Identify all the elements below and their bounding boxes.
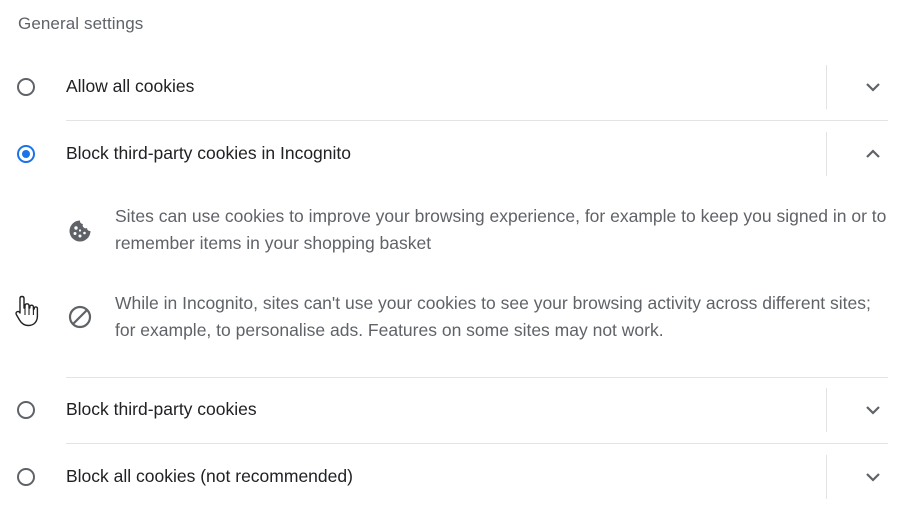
hand-cursor-icon [15,295,39,327]
chevron-up-icon [866,149,880,158]
cookie-settings-page: General settings Allow all cookies Block… [0,0,903,507]
divider [826,455,827,499]
expand-button[interactable] [858,72,888,102]
radio-block-third-party-cookies[interactable] [17,401,35,419]
expand-button[interactable] [858,395,888,425]
option-block-third-party-incognito[interactable]: Block third-party cookies in Incognito [0,121,903,187]
cookie-icon [67,218,93,244]
option-label[interactable]: Block all cookies (not recommended) [66,466,353,487]
radio-allow-all-cookies[interactable] [17,78,35,96]
option-label[interactable]: Block third-party cookies in Incognito [66,143,351,164]
option-block-all-cookies[interactable]: Block all cookies (not recommended) [0,444,903,507]
option-label[interactable]: Allow all cookies [66,76,194,97]
divider [826,65,827,109]
option-allow-all-cookies[interactable]: Allow all cookies [0,54,903,120]
radio-block-third-party-incognito[interactable] [17,145,35,163]
section-title: General settings [18,14,144,33]
expand-button[interactable] [858,462,888,492]
divider [826,388,827,432]
collapse-button[interactable] [858,139,888,169]
chevron-down-icon [866,473,880,482]
option-block-third-party-cookies[interactable]: Block third-party cookies [0,377,903,443]
option-label[interactable]: Block third-party cookies [66,399,257,420]
radio-block-all-cookies[interactable] [17,468,35,486]
divider [826,132,827,176]
chevron-down-icon [866,406,880,415]
chevron-down-icon [866,83,880,92]
detail-text: While in Incognito, sites can't use your… [115,293,871,340]
detail-text: Sites can use cookies to improve your br… [115,206,887,253]
block-icon [67,304,93,330]
